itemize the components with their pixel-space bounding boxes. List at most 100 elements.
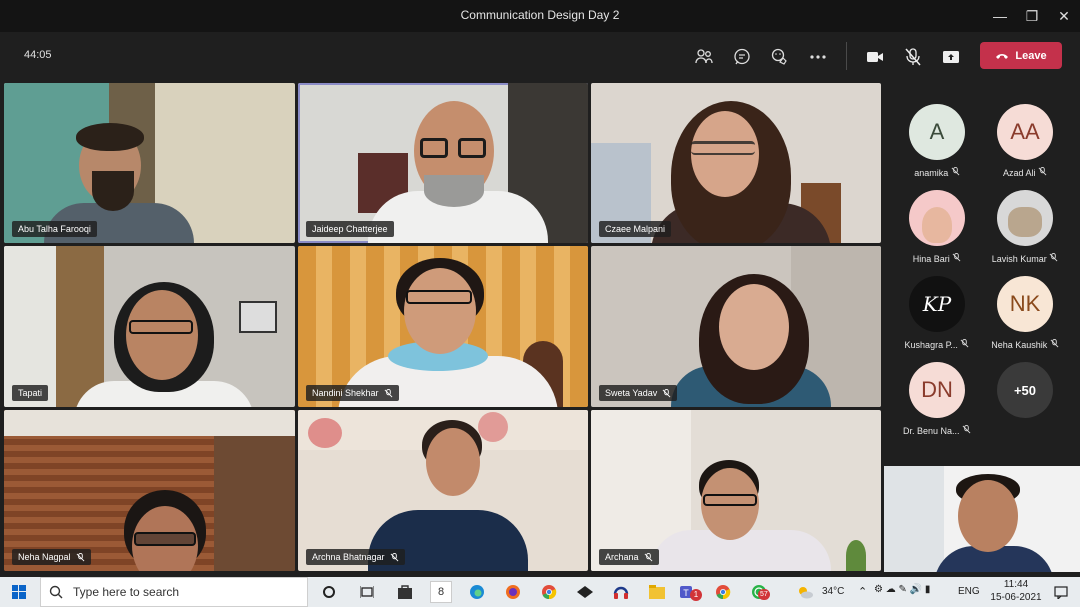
roster-item[interactable]: NK Neha Kaushik <box>980 276 1070 356</box>
participant-name: Tapati <box>12 385 49 401</box>
mic-muted-icon <box>1038 167 1047 176</box>
clock-date[interactable]: 15-06-2021 <box>986 592 1046 603</box>
app-icon[interactable]: 8 <box>430 581 452 603</box>
headset-app-icon[interactable] <box>610 581 632 603</box>
avatar: DN <box>909 362 965 418</box>
chat-icon[interactable] <box>729 44 755 70</box>
windows-taskbar: Type here to search 8 T 1 57 34°C ⌃ ⚙ ☁ … <box>0 577 1080 607</box>
cortana-icon[interactable] <box>318 581 340 603</box>
mic-muted-icon <box>951 167 960 176</box>
participant-name: Jaideep Chatterjee <box>306 221 394 237</box>
overflow-count: +50 <box>997 362 1053 418</box>
camera-icon[interactable] <box>862 44 888 70</box>
avatar: AA <box>997 104 1053 160</box>
whatsapp-icon[interactable]: 57 <box>748 581 770 603</box>
roster-name: Hina Bari <box>892 253 982 264</box>
video-tile[interactable]: Czaee Malpani <box>591 83 881 243</box>
camera-app-icon[interactable] <box>574 581 596 603</box>
teams-meeting-window: Communication Design Day 2 — ❐ ✕ 44:05 L… <box>0 0 1080 607</box>
roster-name: Lavish Kumar <box>980 253 1070 264</box>
participant-name: Abu Talha Farooqi <box>12 221 97 237</box>
tray-icons[interactable]: ⚙ ☁ ✎ 🔊 ▮ <box>874 584 930 595</box>
roster-item[interactable]: KP Kushagra P... <box>892 276 982 356</box>
svg-text:T: T <box>683 588 689 598</box>
title-bar: Communication Design Day 2 — ❐ ✕ <box>0 0 1080 32</box>
more-icon[interactable] <box>805 44 831 70</box>
window-title: Communication Design Day 2 <box>460 8 620 22</box>
mic-muted-icon <box>662 388 671 397</box>
roster-item[interactable]: DN Dr. Benu Na... <box>892 362 982 442</box>
video-tile[interactable]: Sweta Yadav <box>591 246 881 407</box>
notifications-icon[interactable] <box>1050 581 1072 603</box>
video-tile[interactable]: Archana <box>591 410 881 571</box>
restore-icon[interactable]: ❐ <box>1022 6 1042 26</box>
search-placeholder: Type here to search <box>73 585 180 599</box>
mic-muted-icon <box>1050 339 1059 348</box>
participant-name: Sweta Yadav <box>599 385 678 401</box>
participant-roster: A anamika AA Azad Ali Hina Bari Lavish K… <box>888 94 1078 454</box>
minimize-icon[interactable]: — <box>990 6 1010 26</box>
avatar: A <box>909 104 965 160</box>
more-participants-button[interactable]: +50 <box>980 362 1070 442</box>
toolbar-divider <box>846 42 847 70</box>
store-icon[interactable] <box>394 581 416 603</box>
mic-muted-icon <box>962 425 971 434</box>
participant-name: Archana <box>599 549 659 565</box>
mic-muted-icon <box>76 552 84 561</box>
self-view-video[interactable] <box>884 466 1080 572</box>
clock-time[interactable]: 11:44 <box>996 579 1036 590</box>
file-explorer-icon[interactable] <box>646 581 668 603</box>
chevron-up-icon[interactable]: ⌃ <box>858 585 867 598</box>
reactions-icon[interactable] <box>767 44 793 70</box>
participant-name: Archna Bhatnagar <box>306 549 405 565</box>
share-screen-icon[interactable] <box>938 44 964 70</box>
video-tile[interactable]: Archna Bhatnagar <box>298 410 588 571</box>
leave-button[interactable]: Leave <box>980 42 1062 69</box>
mic-muted-icon <box>961 339 969 348</box>
avatar-photo <box>997 190 1053 246</box>
avatar-photo <box>909 190 965 246</box>
roster-item[interactable]: Hina Bari <box>892 190 982 270</box>
chrome-icon[interactable] <box>538 581 560 603</box>
meeting-timer: 44:05 <box>24 49 52 61</box>
weather-icon[interactable] <box>794 581 816 603</box>
roster-item[interactable]: Lavish Kumar <box>980 190 1070 270</box>
firefox-icon[interactable] <box>502 581 524 603</box>
chrome-icon-2[interactable] <box>712 581 734 603</box>
video-tile[interactable]: Tapati <box>4 246 295 407</box>
windows-start-icon[interactable] <box>8 581 30 603</box>
participant-name: Nandini Shekhar <box>306 385 399 401</box>
weather-temperature[interactable]: 34°C <box>822 586 844 597</box>
phone-hangup-icon <box>996 53 1009 59</box>
video-tile[interactable]: Nandini Shekhar <box>298 246 588 407</box>
notification-badge: 57 <box>758 589 770 600</box>
roster-name: anamika <box>892 167 982 178</box>
participant-name: Czaee Malpani <box>599 221 672 237</box>
video-tile-active-speaker[interactable]: Jaideep Chatterjee <box>298 83 588 243</box>
mic-muted-icon <box>384 388 392 397</box>
participant-name: Neha Nagpal <box>12 549 91 565</box>
search-icon <box>49 585 63 599</box>
video-tile[interactable]: Abu Talha Farooqi <box>4 83 295 243</box>
roster-item[interactable]: AA Azad Ali <box>980 104 1070 184</box>
avatar-logo: KP <box>909 276 965 332</box>
roster-name: Kushagra P... <box>892 339 982 350</box>
teams-icon[interactable]: T 1 <box>678 581 702 603</box>
participants-icon[interactable] <box>691 44 717 70</box>
roster-name: Dr. Benu Na... <box>892 425 982 436</box>
roster-name: Neha Kaushik <box>980 339 1070 350</box>
edge-icon[interactable] <box>466 581 488 603</box>
video-tile[interactable]: Neha Nagpal <box>4 410 295 571</box>
language-indicator[interactable]: ENG <box>958 586 980 597</box>
close-icon[interactable]: ✕ <box>1054 6 1074 26</box>
leave-label: Leave <box>1015 49 1047 62</box>
mic-muted-icon <box>1049 253 1058 262</box>
mic-off-icon[interactable] <box>900 44 926 70</box>
avatar: NK <box>997 276 1053 332</box>
mic-muted-icon <box>952 253 961 262</box>
roster-name: Azad Ali <box>980 167 1070 178</box>
roster-item[interactable]: A anamika <box>892 104 982 184</box>
mic-muted-icon <box>390 552 398 561</box>
taskbar-search-input[interactable]: Type here to search <box>40 577 308 607</box>
task-view-icon[interactable] <box>356 581 378 603</box>
